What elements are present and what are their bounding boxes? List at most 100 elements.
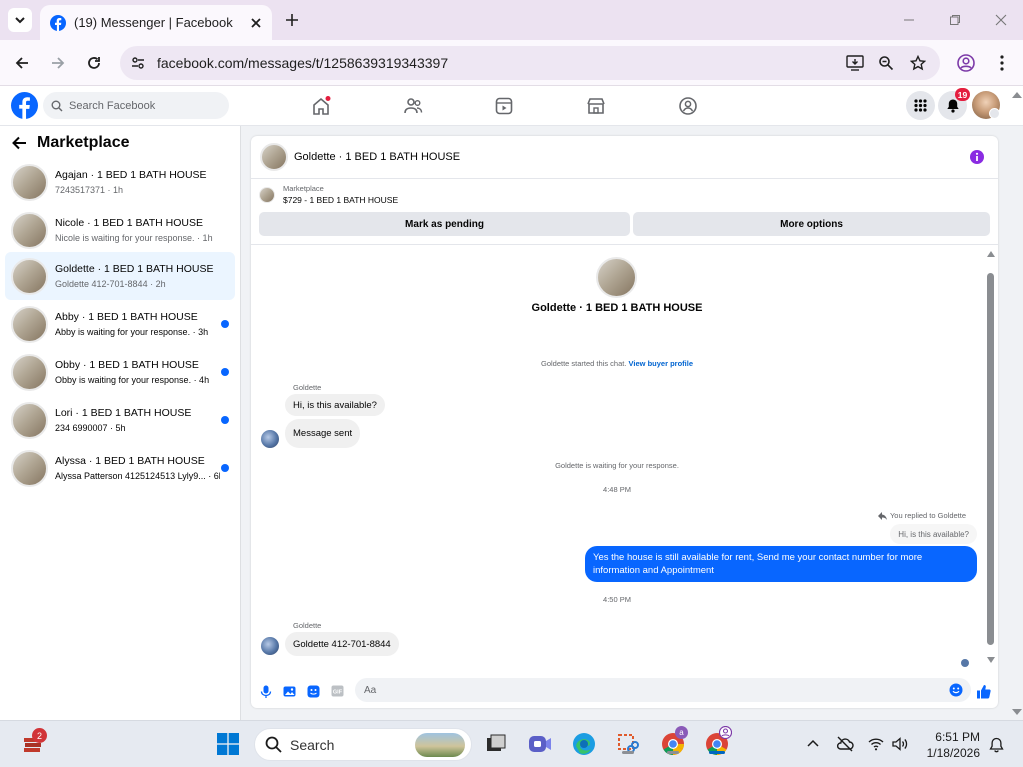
tab-search-button[interactable] <box>8 8 32 32</box>
incoming-message[interactable]: Message sent <box>285 419 361 448</box>
cloud-offline-icon[interactable] <box>836 736 854 752</box>
new-tab-button[interactable] <box>282 10 302 30</box>
conversation-item[interactable]: Obby · 1 BED 1 BATH HOUSE Obby is waiting… <box>5 348 235 396</box>
nav-marketplace[interactable] <box>586 96 606 116</box>
sticker-icon[interactable] <box>307 685 320 698</box>
conversation-item[interactable]: Abby · 1 BED 1 BATH HOUSE Abby is waiting… <box>5 300 235 348</box>
page-scroll-down[interactable] <box>1012 709 1022 715</box>
conversation-item[interactable]: Alyssa · 1 BED 1 BATH HOUSE Alyssa Patter… <box>5 444 235 492</box>
emoji-icon[interactable] <box>949 683 963 697</box>
taskbar-edge[interactable] <box>570 730 598 758</box>
minimize-button[interactable] <box>898 10 920 30</box>
close-window-button[interactable] <box>990 10 1012 30</box>
taskbar-search[interactable]: Search <box>254 728 472 761</box>
conversation-item[interactable]: Agajan · 1 BED 1 BATH HOUSE 7243517371 · … <box>5 158 235 206</box>
photo-icon[interactable] <box>283 685 296 698</box>
nav-watch[interactable] <box>494 96 514 116</box>
close-tab-icon[interactable] <box>250 17 262 29</box>
buyer-avatar-large[interactable] <box>596 257 637 298</box>
menu-button[interactable] <box>906 91 935 120</box>
arrow-right-icon <box>52 57 65 69</box>
notifications-button[interactable]: 19 <box>938 88 970 120</box>
message-thread[interactable]: Goldette · 1 BED 1 BATH HOUSE Goldette s… <box>251 244 998 672</box>
scrollbar-thumb[interactable] <box>987 273 994 645</box>
account-chevron-icon[interactable] <box>989 108 1000 119</box>
scroll-down-arrow-icon[interactable] <box>987 657 995 663</box>
page-scroll-up[interactable] <box>1012 92 1022 98</box>
listing-thumbnail <box>11 401 48 439</box>
chat-title[interactable]: Goldette · 1 BED 1 BATH HOUSE <box>294 151 460 163</box>
thumbs-up-icon[interactable] <box>976 684 991 699</box>
chat-started-text: Goldette started this chat. <box>540 359 627 368</box>
clock-time: 6:51 PM <box>935 730 980 744</box>
omnibox[interactable]: facebook.com/messages/t/1258639319343397 <box>120 46 940 80</box>
forward-button[interactable] <box>46 52 70 74</box>
conversation-name: Obby · 1 BED 1 BATH HOUSE <box>55 359 199 371</box>
quoted-message[interactable]: Hi, is this available? <box>890 524 977 544</box>
groups-icon <box>679 97 697 115</box>
gif-icon[interactable]: GIF <box>331 685 344 697</box>
unread-dot <box>221 464 229 472</box>
unread-dot <box>221 368 229 376</box>
facebook-search[interactable]: Search Facebook <box>43 92 229 119</box>
conversation-item[interactable]: Lori · 1 BED 1 BATH HOUSE 234 6990007 · 5… <box>5 396 235 444</box>
listing-thumbnail <box>11 305 48 343</box>
restore-button[interactable] <box>944 10 966 30</box>
message-input[interactable]: Aa <box>355 678 971 702</box>
bookmark-star-icon[interactable] <box>910 55 926 71</box>
conversation-item-active[interactable]: Goldette · 1 BED 1 BATH HOUSE Goldette 41… <box>5 252 235 300</box>
zoom-icon[interactable] <box>878 55 894 71</box>
unread-dot <box>221 320 229 328</box>
replied-to-text: You replied to Goldette <box>889 511 966 520</box>
back-arrow-icon[interactable] <box>12 136 27 150</box>
incoming-message[interactable]: Goldette 412-701-8844 <box>285 632 399 656</box>
start-button[interactable] <box>214 730 242 758</box>
buyer-avatar-small[interactable] <box>261 430 279 448</box>
volume-icon[interactable] <box>892 737 908 751</box>
taskbar-chrome-profile-2[interactable] <box>703 726 732 758</box>
view-buyer-profile-link[interactable]: View buyer profile <box>629 359 693 368</box>
conversation-name: Lori · 1 BED 1 BATH HOUSE <box>55 407 192 419</box>
mark-as-pending-button[interactable]: Mark as pending <box>259 212 630 236</box>
wifi-icon[interactable] <box>868 737 884 751</box>
running-indicator <box>667 751 679 754</box>
listing-thumbnail[interactable] <box>260 143 288 171</box>
bell-icon <box>946 99 959 113</box>
microphone-icon[interactable] <box>260 685 272 699</box>
windows-logo-icon <box>217 733 239 755</box>
buyer-avatar-small[interactable] <box>261 637 279 655</box>
nav-friends[interactable] <box>403 96 423 116</box>
browser-menu-button[interactable] <box>992 52 1012 74</box>
taskbar-clock[interactable]: 6:51 PM 1/18/2026 <box>922 729 980 761</box>
incoming-message[interactable]: Hi, is this available? <box>285 394 385 416</box>
notification-badge: 19 <box>955 88 970 101</box>
listing-summary[interactable]: Marketplace $729 - 1 BED 1 BATH HOUSE <box>259 184 398 205</box>
browser-tab[interactable]: (19) Messenger | Facebook <box>40 5 272 40</box>
nav-home[interactable] <box>311 96 331 116</box>
url-text: facebook.com/messages/t/1258639319343397 <box>157 55 449 71</box>
taskbar-snipping-tool[interactable] <box>614 730 642 758</box>
site-info-icon[interactable] <box>130 55 146 71</box>
profile-button[interactable] <box>954 52 978 74</box>
scroll-up-arrow-icon[interactable] <box>987 251 995 257</box>
back-button[interactable] <box>10 52 34 74</box>
reply-icon <box>877 511 887 520</box>
notification-bell-icon[interactable] <box>989 737 1004 753</box>
conversation-item[interactable]: Nicole · 1 BED 1 BATH HOUSE Nicole is wai… <box>5 206 235 254</box>
conversation-snippet: Abby is waiting for your response. · 3h <box>55 327 209 337</box>
chevron-up-icon[interactable] <box>806 737 820 751</box>
more-options-button[interactable]: More options <box>633 212 990 236</box>
taskbar-task-view[interactable] <box>482 730 510 758</box>
listing-thumbnail <box>11 449 48 487</box>
reload-button[interactable] <box>82 52 106 74</box>
taskbar-chrome-profile-1[interactable]: a <box>659 726 688 758</box>
conversation-name: Agajan · 1 BED 1 BATH HOUSE <box>55 169 207 181</box>
nav-groups[interactable] <box>678 96 698 116</box>
taskbar-teams[interactable] <box>526 730 554 758</box>
info-icon[interactable] <box>970 150 984 164</box>
sidebar-header: Marketplace <box>12 134 130 152</box>
outgoing-message[interactable]: Yes the house is still available for ren… <box>585 546 977 582</box>
taskbar-app-books[interactable]: 2 <box>19 728 47 758</box>
install-app-icon[interactable] <box>846 55 864 71</box>
facebook-logo-icon[interactable] <box>11 92 38 119</box>
